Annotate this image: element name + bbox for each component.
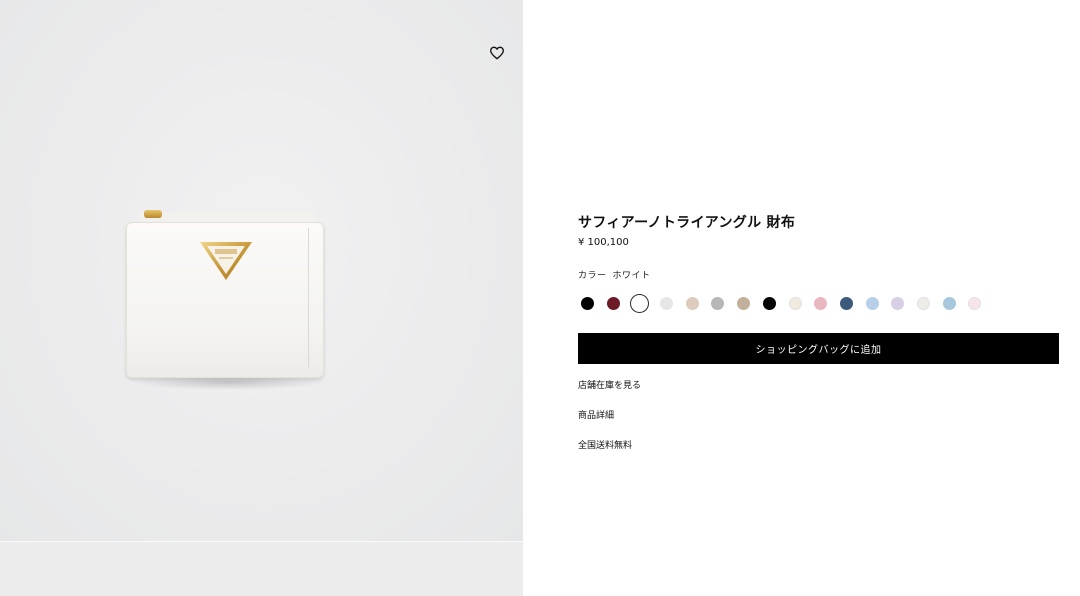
color-swatch-5[interactable]: [685, 296, 699, 310]
color-label-row: カラー ホワイト: [578, 268, 651, 281]
wallet-zipper-pull: [144, 210, 162, 218]
color-swatch-3[interactable]: [632, 295, 648, 311]
product-image-secondary[interactable]: [0, 542, 523, 596]
color-swatch-1[interactable]: [581, 296, 594, 310]
color-label: カラー: [578, 271, 607, 281]
color-swatch-7[interactable]: [737, 296, 751, 310]
color-swatch-13[interactable]: [891, 296, 905, 310]
product-details-link[interactable]: 商品詳細: [578, 408, 614, 421]
color-swatch-12[interactable]: [865, 296, 879, 310]
wallet-flap-edge: [308, 228, 309, 368]
heart-outline-icon: [490, 46, 504, 60]
color-swatch-list: [581, 295, 994, 311]
color-swatch-9[interactable]: [788, 296, 802, 310]
product-gallery: [0, 0, 523, 596]
wallet-photo: [118, 206, 332, 392]
color-swatch-10[interactable]: [814, 296, 828, 310]
color-swatch-8[interactable]: [762, 296, 776, 310]
product-price: ¥ 100,100: [578, 237, 629, 248]
selected-color-name: ホワイト: [612, 271, 651, 281]
color-swatch-6[interactable]: [711, 296, 725, 310]
product-title: サフィアーノトライアングル 財布: [578, 215, 796, 231]
color-swatch-16[interactable]: [968, 296, 982, 310]
color-swatch-15[interactable]: [942, 296, 956, 310]
color-swatch-14[interactable]: [916, 296, 930, 310]
store-stock-link[interactable]: 店舗在庫を見る: [578, 378, 641, 391]
product-details-panel: サフィアーノトライアングル 財布 ¥ 100,100 カラー ホワイト ショッピン…: [578, 0, 1060, 596]
add-to-bag-button[interactable]: ショッピングバッグに追加: [578, 333, 1059, 364]
color-swatch-11[interactable]: [839, 296, 853, 310]
color-swatch-2[interactable]: [606, 296, 620, 310]
wishlist-button[interactable]: [486, 43, 508, 63]
product-image-main[interactable]: [0, 0, 523, 541]
color-swatch-4[interactable]: [660, 296, 674, 310]
free-shipping-link[interactable]: 全国送料無料: [578, 438, 632, 451]
triangle-logo-icon: [200, 242, 252, 280]
product-page: サフィアーノトライアングル 財布 ¥ 100,100 カラー ホワイト ショッピン…: [0, 0, 1080, 596]
